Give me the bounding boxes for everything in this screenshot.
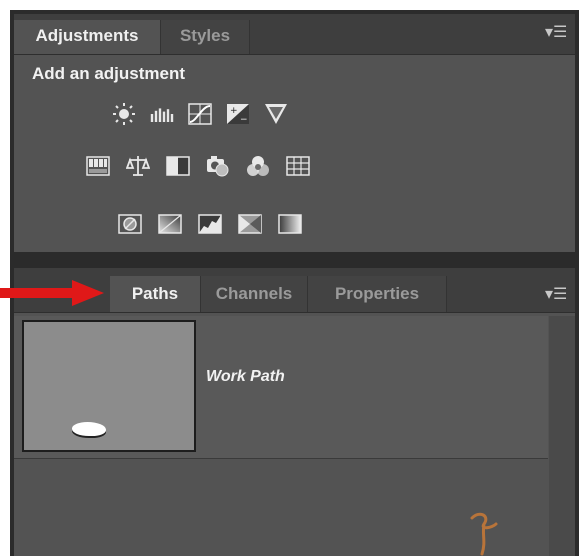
paths-scrollbar[interactable] <box>549 316 575 556</box>
adjustment-icon-row-1: + − <box>112 102 288 126</box>
tab-properties[interactable]: Properties <box>308 276 447 312</box>
path-row-work-path[interactable]: Work Path <box>14 316 548 459</box>
selective-color-icon[interactable] <box>238 212 262 236</box>
path-thumbnail <box>22 320 196 452</box>
tab-styles[interactable]: Styles <box>161 20 250 54</box>
color-balance-icon[interactable] <box>126 154 150 178</box>
hue-saturation-icon[interactable] <box>86 154 110 178</box>
invert-icon[interactable] <box>118 212 142 236</box>
panel-menu-icon[interactable]: ▾☰ <box>545 287 567 303</box>
adjustment-icon-row-2 <box>86 154 310 178</box>
exposure-icon[interactable]: + − <box>226 102 250 126</box>
path-shape-thumbnail <box>72 422 106 436</box>
adjustment-icon-row-3 <box>118 212 302 236</box>
vibrance-icon[interactable] <box>264 102 288 126</box>
tab-channels[interactable]: Channels <box>201 276 308 312</box>
levels-icon[interactable] <box>150 102 174 126</box>
svg-text:−: − <box>240 115 248 125</box>
tab-paths[interactable]: Paths <box>110 276 201 312</box>
red-arrow-annotation <box>0 280 104 306</box>
black-white-icon[interactable] <box>166 154 190 178</box>
photo-filter-icon[interactable] <box>206 154 230 178</box>
panel-menu-icon[interactable]: ▾☰ <box>545 25 567 41</box>
brightness-contrast-icon[interactable] <box>112 102 136 126</box>
channel-mixer-icon[interactable] <box>246 154 270 178</box>
gradient-map-icon[interactable] <box>278 212 302 236</box>
path-name-label[interactable]: Work Path <box>206 368 285 386</box>
adjustments-tab-bar: Adjustments Styles ▾☰ <box>14 14 575 55</box>
curves-icon[interactable] <box>188 102 212 126</box>
add-adjustment-label: Add an adjustment <box>32 64 186 83</box>
svg-text:+: + <box>230 106 238 116</box>
color-lookup-icon[interactable] <box>286 154 310 178</box>
tab-adjustments[interactable]: Adjustments <box>14 20 161 54</box>
posterize-icon[interactable] <box>158 212 182 236</box>
threshold-icon[interactable] <box>198 212 222 236</box>
adjustments-panel: Adjustments Styles ▾☰ Add an adjustment … <box>14 14 575 252</box>
brush-cursor-icon <box>470 512 498 556</box>
